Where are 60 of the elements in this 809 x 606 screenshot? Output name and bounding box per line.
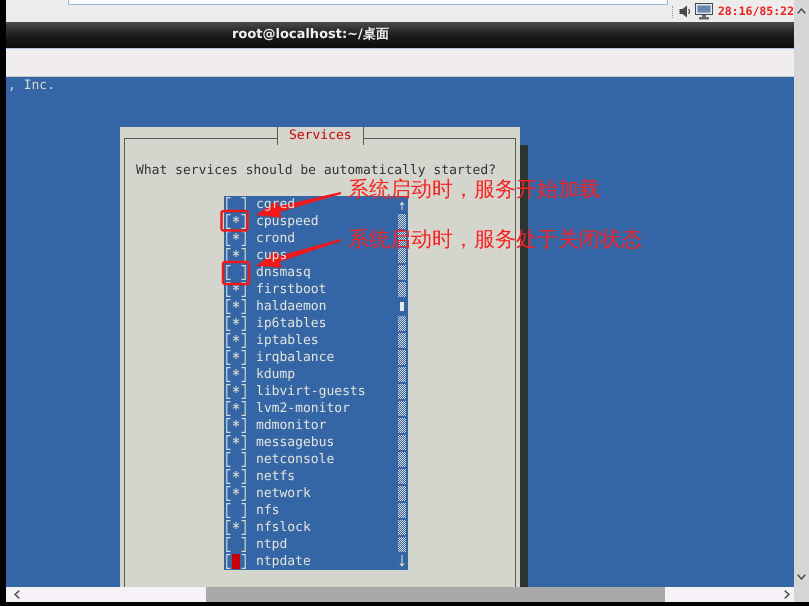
checkbox[interactable]	[226, 503, 246, 518]
service-name: ntpdate	[256, 553, 311, 570]
highlight-rectangle	[220, 210, 249, 232]
checkbox[interactable]	[226, 367, 246, 382]
checkbox[interactable]	[226, 418, 246, 433]
service-name: nfslock	[256, 519, 311, 536]
checkbox[interactable]	[226, 384, 246, 399]
service-name: libvirt-guests	[256, 383, 366, 400]
chevron-up-icon[interactable]	[797, 8, 806, 14]
checkbox[interactable]	[226, 282, 246, 297]
monitor-icon[interactable]	[695, 3, 713, 20]
terminal-line: , Inc.	[8, 77, 55, 94]
chevron-down-icon[interactable]	[797, 574, 806, 580]
service-name: irqbalance	[256, 349, 334, 366]
service-name: crond	[256, 230, 296, 247]
checkbox[interactable]	[226, 554, 246, 569]
checkbox[interactable]	[226, 452, 246, 467]
service-name: dnsmasq	[256, 264, 311, 281]
service-name: netconsole	[256, 451, 334, 468]
service-name: nfs	[256, 502, 280, 519]
checkbox[interactable]	[226, 350, 246, 365]
service-name: ip6tables	[256, 315, 326, 332]
service-name: haldaemon	[256, 298, 326, 315]
service-name: messagebus	[256, 434, 334, 451]
checkbox[interactable]	[226, 486, 246, 501]
service-name: ntpd	[256, 536, 288, 553]
service-name: kdump	[256, 366, 296, 383]
checkbox[interactable]	[226, 469, 246, 484]
annotation-text: 系统启动时，服务开始加载	[348, 179, 600, 200]
service-name: lvm2-monitor	[256, 400, 350, 417]
checkbox[interactable]	[226, 299, 246, 314]
service-name: mdmonitor	[256, 417, 326, 434]
scroll-down-arrow-icon[interactable]	[399, 554, 405, 567]
checkbox[interactable]	[226, 214, 246, 229]
dialog-prompt: What services should be automatically started?	[136, 162, 496, 178]
service-name: cpuspeed	[256, 213, 319, 230]
checkbox[interactable]	[226, 520, 246, 535]
scroll-up-arrow-icon[interactable]	[399, 202, 405, 211]
chevron-right-icon[interactable]	[784, 590, 790, 599]
service-name: firstboot	[256, 281, 326, 298]
checkbox[interactable]	[226, 333, 246, 348]
speaker-icon[interactable]	[679, 5, 691, 18]
scrollbar-thumb[interactable]	[206, 587, 665, 602]
chevron-left-icon[interactable]	[14, 590, 20, 599]
highlight-rectangle	[222, 260, 250, 286]
scrollbar-thumb[interactable]	[400, 302, 404, 311]
service-name: network	[256, 485, 311, 502]
window-title: root@localhost:~/桌面	[232, 26, 389, 44]
checkbox[interactable]	[226, 197, 246, 212]
checkbox[interactable]	[226, 401, 246, 416]
dialog-title: Services	[277, 127, 364, 145]
checkbox[interactable]	[226, 316, 246, 331]
checkbox[interactable]	[226, 248, 246, 263]
checkbox[interactable]	[226, 265, 246, 280]
clock-text: 28:16/85:22	[718, 4, 794, 18]
service-name: netfs	[256, 468, 296, 485]
checkbox[interactable]	[226, 231, 246, 246]
checkbox[interactable]	[226, 537, 246, 552]
checkbox[interactable]	[226, 435, 246, 450]
service-name: iptables	[256, 332, 319, 349]
